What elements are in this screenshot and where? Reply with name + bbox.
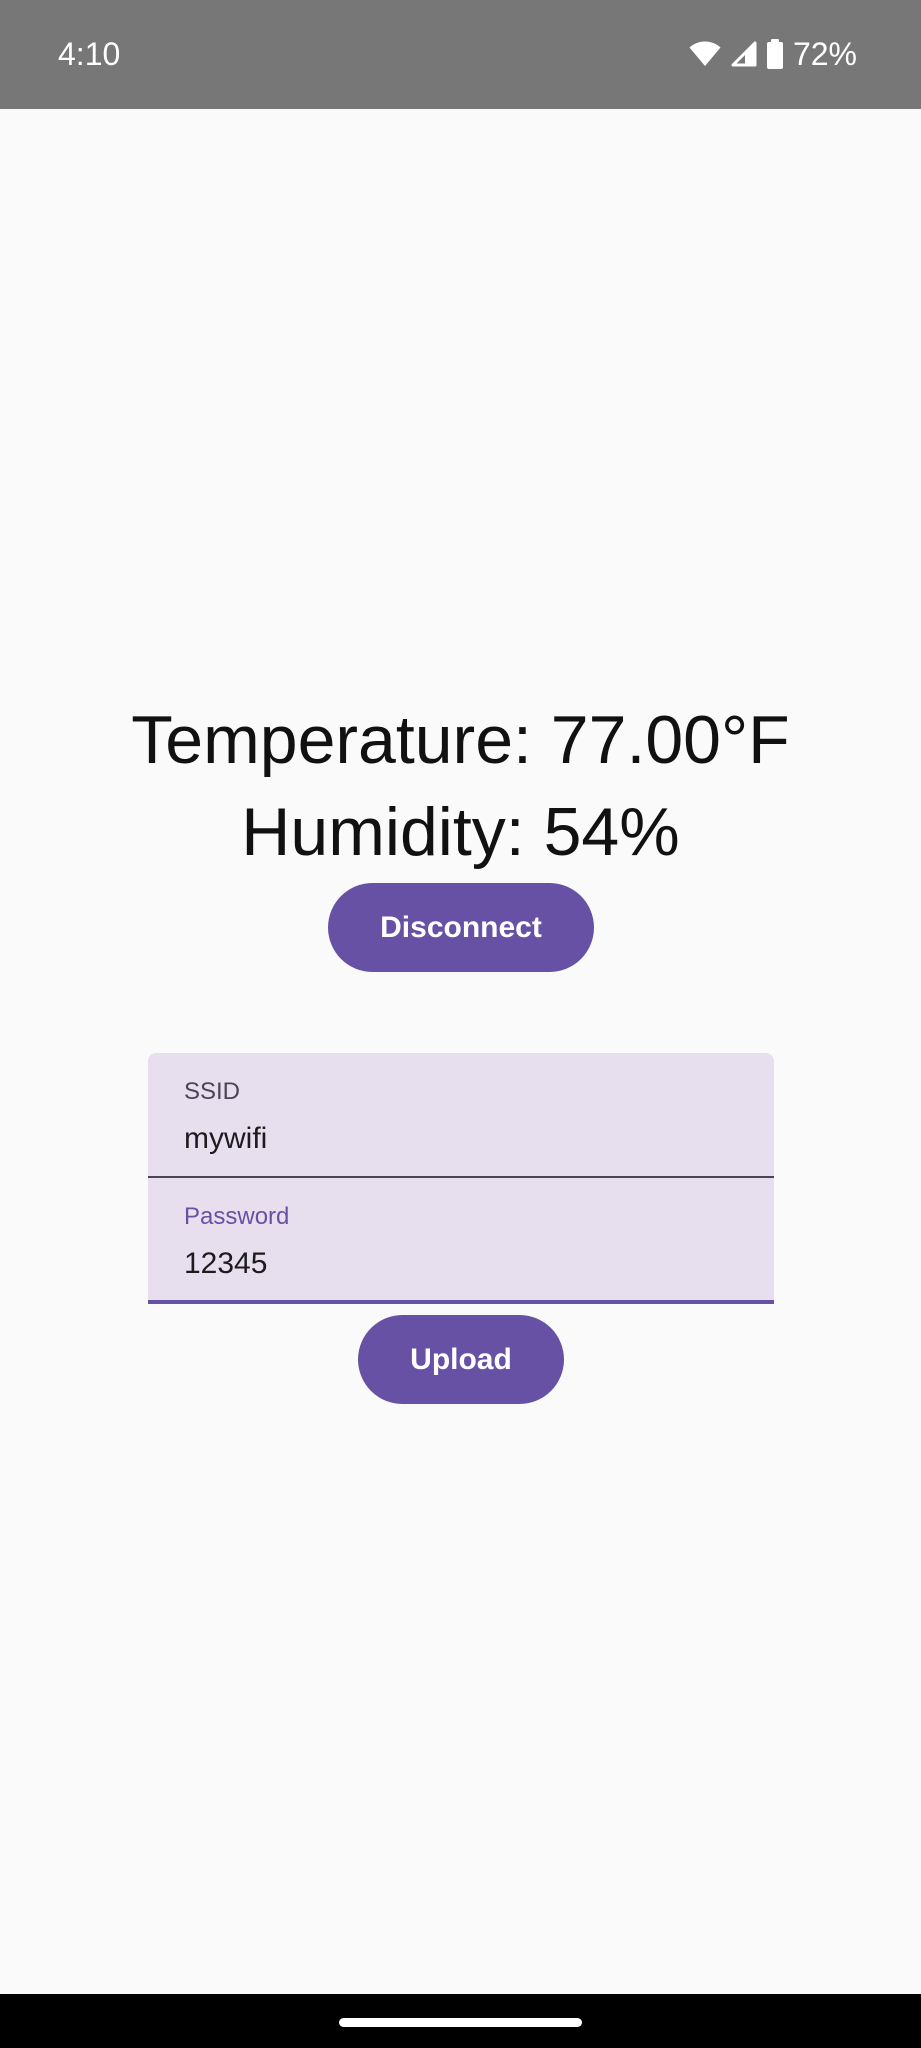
upload-button[interactable]: Upload — [358, 1315, 564, 1404]
status-bar: 4:10 72% — [0, 0, 921, 109]
password-field[interactable]: Password — [148, 1178, 774, 1304]
humidity-reading: Humidity: 54% — [241, 794, 680, 870]
ssid-label: SSID — [184, 1078, 241, 1105]
disconnect-button[interactable]: Disconnect — [328, 883, 594, 972]
status-time: 4:10 — [58, 36, 121, 72]
battery-icon — [766, 39, 783, 69]
ssid-input[interactable] — [184, 1119, 734, 1159]
ssid-field[interactable]: SSID — [148, 1053, 774, 1178]
temperature-reading: Temperature: 77.00°F — [131, 702, 790, 778]
password-label: Password — [184, 1203, 290, 1230]
home-gesture-handle[interactable] — [339, 2018, 582, 2027]
navigation-bar — [0, 1994, 921, 2048]
status-icons: 72% — [689, 34, 857, 74]
signal-icon — [731, 41, 757, 67]
battery-percent: 72% — [792, 36, 857, 72]
password-input[interactable] — [184, 1244, 734, 1284]
wifi-icon — [689, 41, 721, 67]
